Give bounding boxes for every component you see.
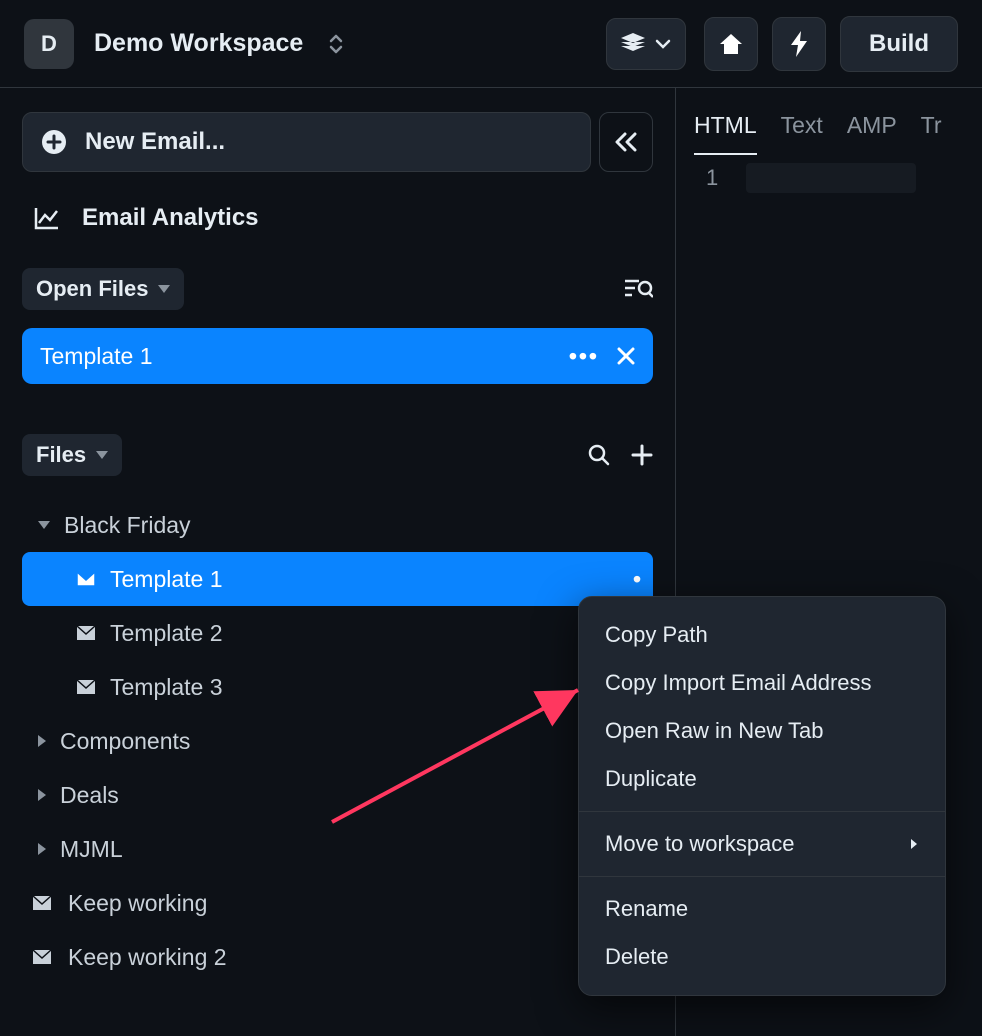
folder-components[interactable]: Components [22, 714, 653, 768]
new-email-label: New Email... [85, 128, 225, 156]
file-template-3[interactable]: Template 3 [22, 660, 653, 714]
close-icon[interactable] [617, 347, 635, 365]
caret-right-icon [38, 735, 46, 747]
envelope-icon [76, 571, 96, 587]
folder-label: Components [60, 728, 190, 755]
ctx-duplicate[interactable]: Duplicate [579, 755, 945, 803]
folder-label: MJML [60, 836, 123, 863]
plus-icon[interactable] [631, 444, 653, 466]
folder-label: Black Friday [64, 512, 191, 539]
email-analytics-label: Email Analytics [82, 204, 259, 232]
file-template-2[interactable]: Template 2 [22, 606, 653, 660]
filter-search-icon[interactable] [625, 278, 653, 300]
caret-down-icon [158, 285, 170, 293]
lightning-button[interactable] [772, 17, 826, 71]
ctx-copy-path[interactable]: Copy Path [579, 611, 945, 659]
lightning-icon [789, 31, 809, 57]
envelope-icon [76, 679, 96, 695]
envelope-icon [32, 895, 52, 911]
folder-label: Deals [60, 782, 119, 809]
chevron-double-left-icon [614, 132, 638, 152]
tab-tr[interactable]: Tr [921, 102, 942, 155]
caret-right-icon [38, 789, 46, 801]
envelope-icon [76, 625, 96, 641]
new-email-button[interactable]: New Email... [22, 112, 591, 172]
ctx-open-raw[interactable]: Open Raw in New Tab [579, 707, 945, 755]
envelope-icon [32, 949, 52, 965]
file-label: Template 2 [110, 620, 223, 647]
collapse-sidebar-button[interactable] [599, 112, 653, 172]
home-button[interactable] [704, 17, 758, 71]
file-keep-working[interactable]: Keep working [22, 876, 653, 930]
tab-amp[interactable]: AMP [847, 102, 897, 155]
layers-button[interactable] [606, 18, 686, 70]
email-analytics-link[interactable]: Email Analytics [22, 186, 653, 250]
context-menu: Copy Path Copy Import Email Address Open… [578, 596, 946, 996]
files-header[interactable]: Files [22, 434, 122, 476]
home-icon [718, 32, 744, 56]
ctx-delete[interactable]: Delete [579, 933, 945, 981]
workspace-badge[interactable]: D [24, 19, 74, 69]
line-gutter: 1 [676, 155, 982, 195]
workspace-name[interactable]: Demo Workspace [94, 29, 303, 58]
files-label: Files [36, 442, 86, 468]
open-files-label: Open Files [36, 276, 148, 302]
open-file-name: Template 1 [40, 343, 569, 370]
folder-mjml[interactable]: MJML [22, 822, 653, 876]
tab-text[interactable]: Text [781, 102, 823, 155]
caret-right-icon [38, 843, 46, 855]
file-label: Keep working [68, 890, 207, 917]
tab-html[interactable]: HTML [694, 102, 757, 155]
file-label: Template 1 [110, 566, 619, 593]
caret-down-icon [96, 451, 108, 459]
file-label: Keep working 2 [68, 944, 227, 971]
file-label: Template 3 [110, 674, 223, 701]
separator [579, 876, 945, 877]
ctx-move-to-workspace[interactable]: Move to workspace [579, 820, 945, 868]
workspace-switcher-icon[interactable] [327, 33, 345, 55]
build-button[interactable]: Build [840, 16, 958, 72]
search-icon[interactable] [587, 443, 611, 467]
ctx-rename[interactable]: Rename [579, 885, 945, 933]
file-template-1[interactable]: Template 1 • [22, 552, 653, 606]
folder-black-friday[interactable]: Black Friday [22, 498, 653, 552]
plus-circle-icon [41, 129, 67, 155]
layers-icon [621, 33, 645, 55]
caret-down-icon [38, 521, 50, 529]
caret-right-icon [909, 837, 919, 851]
more-icon[interactable]: ••• [569, 343, 599, 370]
open-files-header[interactable]: Open Files [22, 268, 184, 310]
editor-empty-line[interactable] [746, 163, 916, 193]
line-number: 1 [706, 165, 718, 191]
separator [579, 811, 945, 812]
folder-deals[interactable]: Deals [22, 768, 653, 822]
topbar: D Demo Workspace Build [0, 0, 982, 88]
sidebar: New Email... Email Analytics Open Files [0, 88, 676, 1036]
more-icon[interactable]: • [633, 566, 643, 593]
file-keep-working-2[interactable]: Keep working 2 [22, 930, 653, 984]
ctx-copy-import-email[interactable]: Copy Import Email Address [579, 659, 945, 707]
chevron-down-icon [655, 39, 671, 49]
editor-tabs: HTML Text AMP Tr [676, 88, 982, 155]
file-tree: Black Friday Template 1 • Template 2 Te [22, 498, 653, 984]
open-file-item[interactable]: Template 1 ••• [22, 328, 653, 384]
chart-icon [34, 206, 60, 230]
